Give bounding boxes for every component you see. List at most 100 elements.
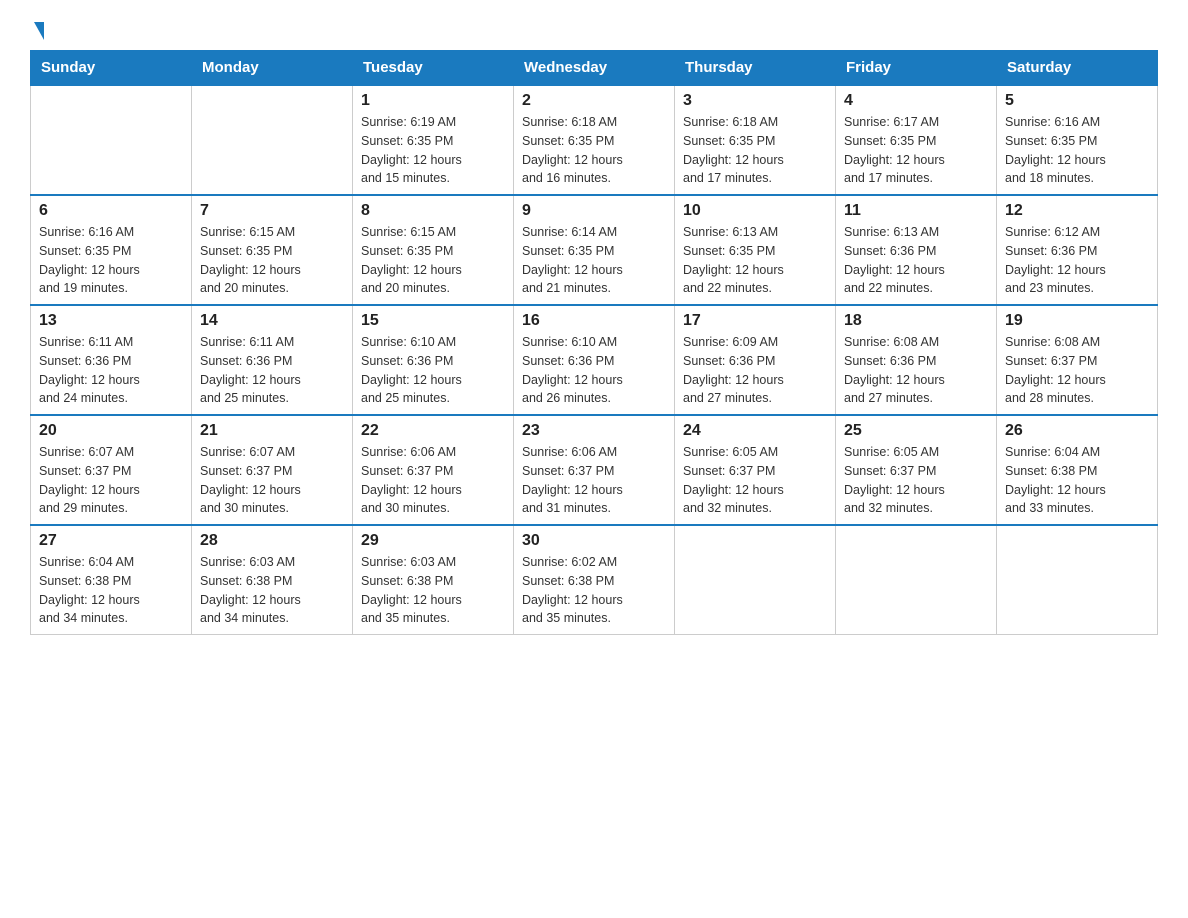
day-number: 3 — [683, 92, 827, 110]
week-row-3: 13 Sunrise: 6:11 AM Sunset: 6:36 PM Dayli… — [31, 305, 1158, 415]
day-number: 4 — [844, 92, 988, 110]
day-info: Sunrise: 6:04 AM Sunset: 6:38 PM Dayligh… — [1005, 443, 1149, 518]
day-info: Sunrise: 6:03 AM Sunset: 6:38 PM Dayligh… — [361, 553, 505, 628]
day-info: Sunrise: 6:16 AM Sunset: 6:35 PM Dayligh… — [39, 223, 183, 298]
week-row-5: 27 Sunrise: 6:04 AM Sunset: 6:38 PM Dayli… — [31, 525, 1158, 635]
day-number: 17 — [683, 312, 827, 330]
day-info: Sunrise: 6:08 AM Sunset: 6:37 PM Dayligh… — [1005, 333, 1149, 408]
day-info: Sunrise: 6:13 AM Sunset: 6:35 PM Dayligh… — [683, 223, 827, 298]
day-info: Sunrise: 6:16 AM Sunset: 6:35 PM Dayligh… — [1005, 113, 1149, 188]
week-row-4: 20 Sunrise: 6:07 AM Sunset: 6:37 PM Dayli… — [31, 415, 1158, 525]
calendar-cell — [675, 525, 836, 635]
day-number: 1 — [361, 92, 505, 110]
calendar-cell: 7 Sunrise: 6:15 AM Sunset: 6:35 PM Daylig… — [192, 195, 353, 305]
day-number: 10 — [683, 202, 827, 220]
page-header — [30, 20, 1158, 40]
calendar-cell: 28 Sunrise: 6:03 AM Sunset: 6:38 PM Dayli… — [192, 525, 353, 635]
calendar-cell: 13Sunrise: 6:11 AM Sunset: 6:36 PM Dayli… — [31, 305, 192, 415]
day-info: Sunrise: 6:06 AM Sunset: 6:37 PM Dayligh… — [361, 443, 505, 518]
calendar-cell: 9Sunrise: 6:14 AM Sunset: 6:35 PM Daylig… — [514, 195, 675, 305]
weekday-header-sunday: Sunday — [31, 51, 192, 86]
day-number: 23 — [522, 422, 666, 440]
day-info: Sunrise: 6:04 AM Sunset: 6:38 PM Dayligh… — [39, 553, 183, 628]
day-info: Sunrise: 6:18 AM Sunset: 6:35 PM Dayligh… — [683, 113, 827, 188]
day-number: 14 — [200, 312, 344, 330]
calendar-cell: 12 Sunrise: 6:12 AM Sunset: 6:36 PM Dayli… — [997, 195, 1158, 305]
calendar-cell: 17 Sunrise: 6:09 AM Sunset: 6:36 PM Dayli… — [675, 305, 836, 415]
day-info: Sunrise: 6:05 AM Sunset: 6:37 PM Dayligh… — [683, 443, 827, 518]
day-number: 16 — [522, 312, 666, 330]
calendar-cell: 6 Sunrise: 6:16 AM Sunset: 6:35 PM Daylig… — [31, 195, 192, 305]
calendar-cell: 2 Sunrise: 6:18 AM Sunset: 6:35 PM Daylig… — [514, 85, 675, 195]
day-number: 29 — [361, 532, 505, 550]
weekday-header-row: SundayMondayTuesdayWednesdayThursdayFrid… — [31, 51, 1158, 86]
calendar-cell — [192, 85, 353, 195]
calendar-cell: 26 Sunrise: 6:04 AM Sunset: 6:38 PM Dayli… — [997, 415, 1158, 525]
day-number: 6 — [39, 202, 183, 220]
calendar-cell — [997, 525, 1158, 635]
day-info: Sunrise: 6:09 AM Sunset: 6:36 PM Dayligh… — [683, 333, 827, 408]
day-number: 2 — [522, 92, 666, 110]
calendar-cell: 11Sunrise: 6:13 AM Sunset: 6:36 PM Dayli… — [836, 195, 997, 305]
day-info: Sunrise: 6:15 AM Sunset: 6:35 PM Dayligh… — [200, 223, 344, 298]
day-info: Sunrise: 6:10 AM Sunset: 6:36 PM Dayligh… — [522, 333, 666, 408]
week-row-1: 1 Sunrise: 6:19 AM Sunset: 6:35 PM Daylig… — [31, 85, 1158, 195]
day-number: 28 — [200, 532, 344, 550]
day-number: 8 — [361, 202, 505, 220]
day-info: Sunrise: 6:06 AM Sunset: 6:37 PM Dayligh… — [522, 443, 666, 518]
day-info: Sunrise: 6:05 AM Sunset: 6:37 PM Dayligh… — [844, 443, 988, 518]
weekday-header-thursday: Thursday — [675, 51, 836, 86]
logo — [30, 20, 44, 40]
day-number: 12 — [1005, 202, 1149, 220]
calendar-cell: 18Sunrise: 6:08 AM Sunset: 6:36 PM Dayli… — [836, 305, 997, 415]
calendar-cell: 19 Sunrise: 6:08 AM Sunset: 6:37 PM Dayli… — [997, 305, 1158, 415]
weekday-header-tuesday: Tuesday — [353, 51, 514, 86]
day-number: 13 — [39, 312, 183, 330]
day-info: Sunrise: 6:07 AM Sunset: 6:37 PM Dayligh… — [200, 443, 344, 518]
day-info: Sunrise: 6:12 AM Sunset: 6:36 PM Dayligh… — [1005, 223, 1149, 298]
day-number: 21 — [200, 422, 344, 440]
calendar-cell: 24Sunrise: 6:05 AM Sunset: 6:37 PM Dayli… — [675, 415, 836, 525]
calendar-cell: 4 Sunrise: 6:17 AM Sunset: 6:35 PM Daylig… — [836, 85, 997, 195]
calendar-cell: 16 Sunrise: 6:10 AM Sunset: 6:36 PM Dayli… — [514, 305, 675, 415]
weekday-header-friday: Friday — [836, 51, 997, 86]
day-info: Sunrise: 6:19 AM Sunset: 6:35 PM Dayligh… — [361, 113, 505, 188]
day-number: 19 — [1005, 312, 1149, 330]
calendar-cell: 29 Sunrise: 6:03 AM Sunset: 6:38 PM Dayli… — [353, 525, 514, 635]
day-info: Sunrise: 6:11 AM Sunset: 6:36 PM Dayligh… — [200, 333, 344, 408]
calendar-table: SundayMondayTuesdayWednesdayThursdayFrid… — [30, 50, 1158, 635]
day-number: 20 — [39, 422, 183, 440]
day-info: Sunrise: 6:14 AM Sunset: 6:35 PM Dayligh… — [522, 223, 666, 298]
week-row-2: 6 Sunrise: 6:16 AM Sunset: 6:35 PM Daylig… — [31, 195, 1158, 305]
day-info: Sunrise: 6:17 AM Sunset: 6:35 PM Dayligh… — [844, 113, 988, 188]
day-info: Sunrise: 6:08 AM Sunset: 6:36 PM Dayligh… — [844, 333, 988, 408]
calendar-cell: 14 Sunrise: 6:11 AM Sunset: 6:36 PM Dayli… — [192, 305, 353, 415]
day-number: 22 — [361, 422, 505, 440]
calendar-cell: 22 Sunrise: 6:06 AM Sunset: 6:37 PM Dayli… — [353, 415, 514, 525]
calendar-cell: 30 Sunrise: 6:02 AM Sunset: 6:38 PM Dayli… — [514, 525, 675, 635]
calendar-cell: 23 Sunrise: 6:06 AM Sunset: 6:37 PM Dayli… — [514, 415, 675, 525]
calendar-cell: 1 Sunrise: 6:19 AM Sunset: 6:35 PM Daylig… — [353, 85, 514, 195]
day-info: Sunrise: 6:07 AM Sunset: 6:37 PM Dayligh… — [39, 443, 183, 518]
day-number: 30 — [522, 532, 666, 550]
day-number: 27 — [39, 532, 183, 550]
calendar-cell — [31, 85, 192, 195]
weekday-header-saturday: Saturday — [997, 51, 1158, 86]
day-info: Sunrise: 6:18 AM Sunset: 6:35 PM Dayligh… — [522, 113, 666, 188]
day-number: 5 — [1005, 92, 1149, 110]
day-number: 26 — [1005, 422, 1149, 440]
day-number: 15 — [361, 312, 505, 330]
day-number: 25 — [844, 422, 988, 440]
calendar-cell: 25 Sunrise: 6:05 AM Sunset: 6:37 PM Dayli… — [836, 415, 997, 525]
calendar-cell: 21 Sunrise: 6:07 AM Sunset: 6:37 PM Dayli… — [192, 415, 353, 525]
weekday-header-monday: Monday — [192, 51, 353, 86]
calendar-cell: 8Sunrise: 6:15 AM Sunset: 6:35 PM Daylig… — [353, 195, 514, 305]
day-info: Sunrise: 6:03 AM Sunset: 6:38 PM Dayligh… — [200, 553, 344, 628]
calendar-cell — [836, 525, 997, 635]
logo-triangle-icon — [34, 22, 44, 40]
day-info: Sunrise: 6:02 AM Sunset: 6:38 PM Dayligh… — [522, 553, 666, 628]
calendar-cell: 20 Sunrise: 6:07 AM Sunset: 6:37 PM Dayli… — [31, 415, 192, 525]
day-number: 7 — [200, 202, 344, 220]
calendar-cell: 27 Sunrise: 6:04 AM Sunset: 6:38 PM Dayli… — [31, 525, 192, 635]
calendar-cell: 5 Sunrise: 6:16 AM Sunset: 6:35 PM Daylig… — [997, 85, 1158, 195]
